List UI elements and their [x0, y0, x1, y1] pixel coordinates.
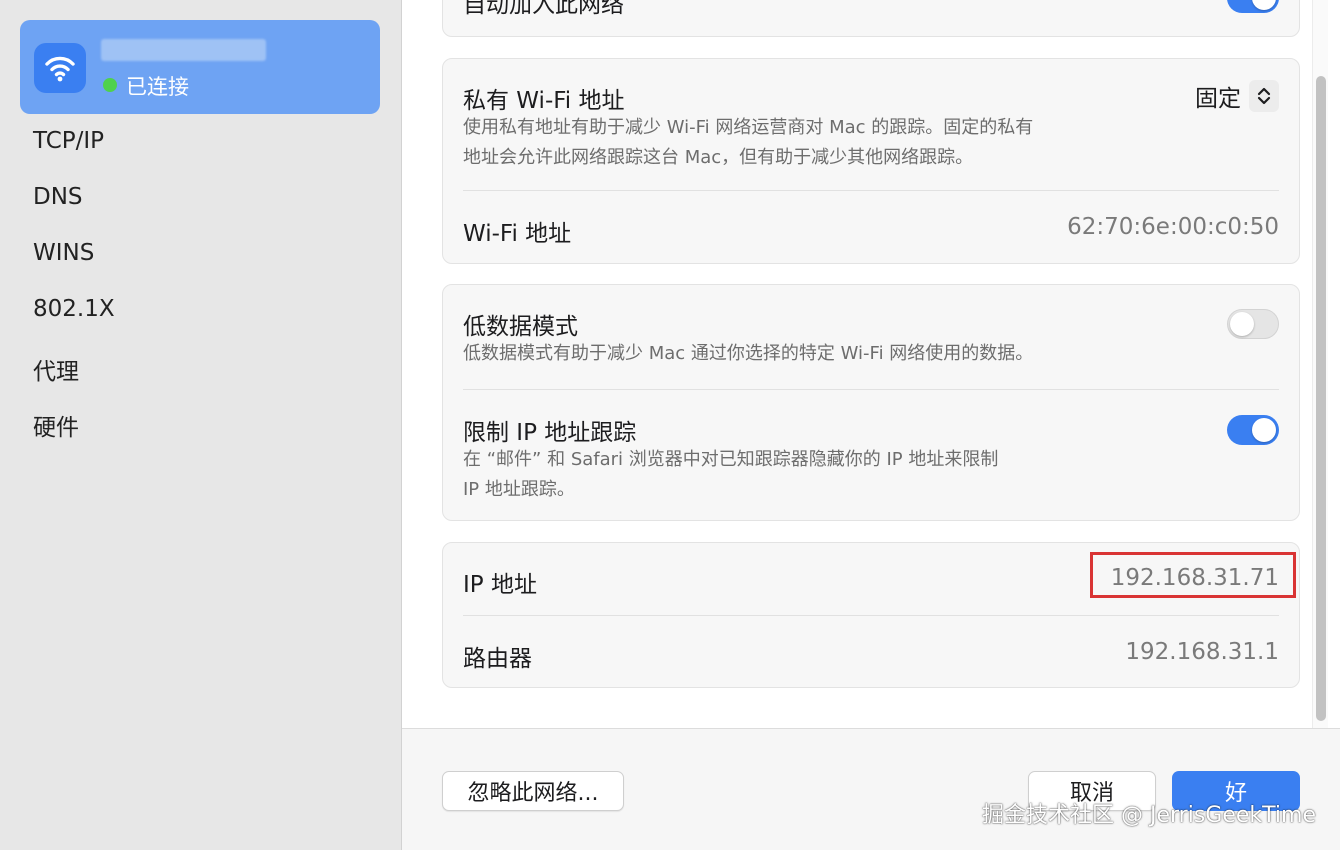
sidebar-item-proxy[interactable]: 代理: [33, 352, 79, 386]
router-label: 路由器: [463, 646, 532, 672]
sidebar-item-dns[interactable]: DNS: [33, 184, 83, 210]
private-address-description-1: 使用私有地址有助于减少 Wi-Fi 网络运营商对 Mac 的跟踪。固定的私有: [463, 117, 1034, 138]
sidebar-item-8021x[interactable]: 802.1X: [33, 296, 115, 322]
auto-join-group: 自动加入此网络: [442, 0, 1300, 37]
limit-ip-tracking-description-1: 在 “邮件” 和 Safari 浏览器中对已知跟踪器隐藏你的 IP 地址来限制: [463, 449, 999, 470]
network-name-redacted: [101, 39, 266, 61]
chevron-up-down-icon: [1249, 80, 1279, 112]
private-address-mode: 固定: [1195, 86, 1241, 112]
sidebar-item-hardware[interactable]: 硬件: [33, 408, 79, 442]
divider: [463, 615, 1279, 616]
data-privacy-group: 低数据模式 低数据模式有助于减少 Mac 通过你选择的特定 Wi-Fi 网络使用…: [442, 284, 1300, 521]
sidebar: 已连接 TCP/IP DNS WINS 802.1X 代理 硬件: [0, 0, 402, 850]
low-data-description: 低数据模式有助于减少 Mac 通过你选择的特定 Wi-Fi 网络使用的数据。: [463, 343, 1034, 364]
sidebar-item-wins[interactable]: WINS: [33, 240, 94, 266]
private-address-select[interactable]: 固定: [1195, 79, 1279, 113]
limit-ip-tracking-description-2: IP 地址跟踪。: [463, 479, 575, 500]
ip-address-label: IP 地址: [463, 572, 537, 598]
limit-ip-tracking-title: 限制 IP 地址跟踪: [463, 420, 637, 446]
divider: [463, 190, 1279, 191]
wifi-address-label: Wi-Fi 地址: [463, 221, 572, 247]
private-address-description-2: 地址会允许此网络跟踪这台 Mac，但有助于减少其他网络跟踪。: [463, 147, 974, 168]
auto-join-toggle[interactable]: [1227, 0, 1279, 13]
selected-network-card[interactable]: 已连接: [20, 20, 380, 114]
sidebar-item-tcpip[interactable]: TCP/IP: [33, 128, 104, 154]
watermark: 掘金技术社区 @ JerrisGeekTime: [982, 803, 1316, 828]
wifi-icon: [34, 43, 86, 93]
ip-address-highlight: [1090, 552, 1296, 598]
private-address-title: 私有 Wi-Fi 地址: [463, 88, 625, 114]
connected-status-dot: [103, 78, 117, 92]
settings-content[interactable]: 自动加入此网络 私有 Wi-Fi 地址 使用私有地址有助于减少 Wi-Fi 网络…: [402, 0, 1340, 728]
dialog-footer: 忽略此网络... 取消 好 掘金技术社区 @ JerrisGeekTime: [402, 728, 1340, 850]
ip-info-group: IP 地址 192.168.31.71 路由器 192.168.31.1: [442, 542, 1300, 688]
divider: [463, 389, 1279, 390]
low-data-title: 低数据模式: [463, 314, 578, 340]
connection-status: 已连接: [126, 75, 189, 99]
limit-ip-tracking-toggle[interactable]: [1227, 415, 1279, 445]
forget-network-button[interactable]: 忽略此网络...: [442, 771, 624, 811]
router-value: 192.168.31.1: [1125, 639, 1279, 665]
scrollbar-thumb[interactable]: [1316, 76, 1326, 721]
low-data-toggle[interactable]: [1227, 309, 1279, 339]
auto-join-title: 自动加入此网络: [463, 0, 624, 18]
private-address-group: 私有 Wi-Fi 地址 使用私有地址有助于减少 Wi-Fi 网络运营商对 Mac…: [442, 58, 1300, 264]
scrollbar[interactable]: [1312, 0, 1328, 728]
wifi-address-value: 62:70:6e:00:c0:50: [1067, 214, 1279, 240]
